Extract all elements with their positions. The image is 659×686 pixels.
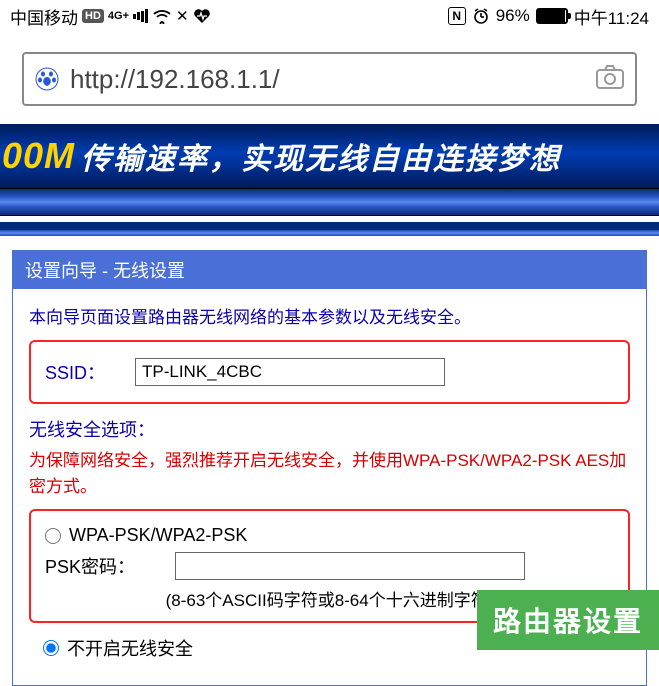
wpa-option-label: WPA-PSK/WPA2-PSK: [69, 525, 247, 546]
security-warning: 为保障网络安全，强烈推荐开启无线安全，并使用WPA-PSK/WPA2-PSK A…: [29, 448, 630, 499]
ssid-box: SSID：: [29, 340, 630, 404]
baidu-icon: [34, 66, 60, 92]
banner-left-text: 00M: [2, 135, 75, 177]
network-badge: 4G+: [108, 10, 129, 22]
address-bar[interactable]: http://192.168.1.1/: [22, 52, 637, 106]
none-radio[interactable]: [43, 640, 59, 656]
signal-icon: [133, 9, 148, 23]
carrier-label: 中国移动: [10, 4, 78, 29]
battery-percent: 96%: [496, 6, 530, 26]
nfc-icon: N: [448, 7, 466, 25]
clock-label: 中午11:24: [574, 4, 649, 29]
alarm-icon: [472, 7, 490, 25]
security-options-label: 无线安全选项：: [29, 416, 630, 442]
watermark-badge: 路由器设置: [477, 590, 659, 650]
url-text[interactable]: http://192.168.1.1/: [70, 64, 585, 95]
status-bar: 中国移动 HD 4G+ ✕ N 96% 中午11:24: [0, 0, 659, 32]
psk-label: PSK密码：: [45, 553, 165, 579]
ssid-input[interactable]: [135, 358, 445, 386]
banner-slogan: 传输速率，实现无线自由连接梦想: [81, 134, 561, 178]
hd-badge: HD: [82, 9, 104, 23]
psk-input[interactable]: [175, 552, 525, 580]
none-option-label: 不开启无线安全: [67, 635, 193, 661]
panel-intro: 本向导页面设置路由器无线网络的基本参数以及无线安全。: [29, 303, 630, 328]
camera-icon[interactable]: [595, 64, 625, 95]
no-sim-icon: ✕: [176, 7, 189, 25]
ssid-label: SSID：: [45, 359, 125, 385]
panel-title: 设置向导 - 无线设置: [13, 251, 646, 289]
wpa-radio[interactable]: [45, 528, 61, 544]
battery-icon: [536, 8, 568, 24]
heart-icon: [193, 8, 211, 24]
wifi-icon: [152, 8, 172, 24]
banner: 00M 传输速率，实现无线自由连接梦想: [0, 124, 659, 236]
